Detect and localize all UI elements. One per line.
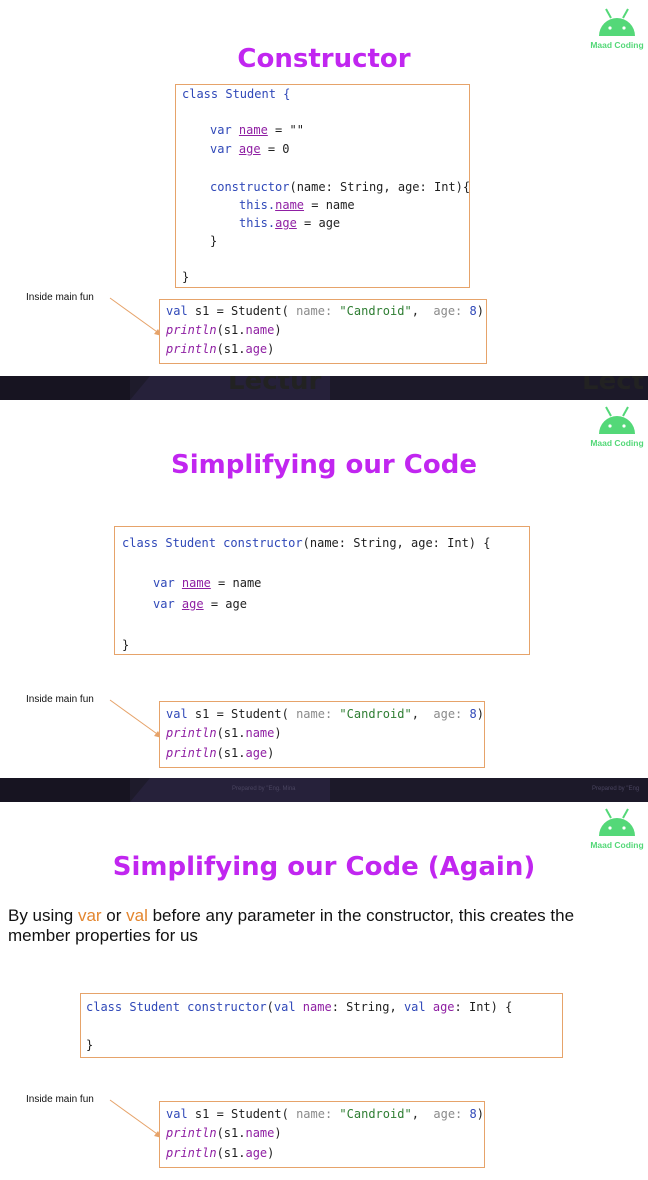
- code-line: println(s1.name): [166, 726, 282, 740]
- code-line: println(s1.age): [166, 746, 275, 760]
- code-line: println(s1.name): [166, 1126, 282, 1140]
- code-line: this.name = name: [239, 198, 355, 212]
- lecture-heading-fragment: Lect: [582, 376, 645, 396]
- credit-text: Prepared by "Eng. Mina: [232, 786, 296, 792]
- android-icon: Maad Coding: [590, 808, 644, 850]
- pointer-arrow-icon: [109, 699, 162, 738]
- credit-text: Prepared by "Eng: [592, 786, 640, 792]
- android-logo: Maad Coding: [586, 404, 648, 454]
- code-line: println(s1.name): [166, 323, 282, 337]
- code-line: }: [182, 270, 190, 284]
- logo-text: Maad Coding: [590, 840, 643, 850]
- lecture-heading-fragment: Lectur: [228, 376, 322, 396]
- slide-constructor: Maad Coding Constructor class Student { …: [0, 0, 648, 376]
- code-line: println(s1.age): [166, 342, 275, 356]
- code-line: println(s1.age): [166, 1146, 275, 1160]
- code-line: var name = name: [153, 576, 262, 590]
- code-block-class: class Student constructor(name: String, …: [114, 526, 530, 655]
- code-block-class: class Student { var name = "" var age = …: [175, 84, 470, 288]
- code-line: class Student {: [182, 87, 291, 101]
- code-block-class: class Student constructor(val name: Stri…: [80, 993, 563, 1058]
- logo-text: Maad Coding: [590, 438, 643, 448]
- code-line: constructor(name: String, age: Int){: [210, 180, 471, 194]
- slide-title: Constructor: [237, 44, 411, 74]
- slide-title: Simplifying our Code: [171, 450, 477, 480]
- code-block-main: val s1 = Student( name: "Candroid", age:…: [159, 701, 485, 768]
- code-block-main: val s1 = Student( name: "Candroid", age:…: [159, 1101, 485, 1168]
- code-line: }: [122, 638, 130, 652]
- slide-divider-band: Prepared by "Eng. Mina Prepared by "Eng: [0, 778, 648, 802]
- code-line: class Student constructor(val name: Stri…: [86, 1000, 513, 1014]
- main-fun-label: Inside main fun: [26, 292, 94, 303]
- main-fun-label: Inside main fun: [26, 694, 94, 705]
- code-line: this.age = age: [239, 216, 341, 230]
- code-block-main: val s1 = Student( name: "Candroid", age:…: [159, 299, 487, 364]
- android-logo: Maad Coding: [586, 806, 648, 856]
- code-line: var age = 0: [210, 142, 290, 156]
- code-line: class Student constructor(name: String, …: [122, 536, 491, 550]
- slide-title: Simplifying our Code (Again): [112, 852, 536, 882]
- main-fun-label: Inside main fun: [26, 1094, 94, 1105]
- code-line: val s1 = Student( name: "Candroid", age:…: [166, 304, 484, 318]
- code-line: }: [86, 1038, 94, 1052]
- code-line: var age = age: [153, 597, 247, 611]
- pointer-arrow-icon: [109, 1099, 162, 1138]
- android-icon: Maad Coding: [590, 406, 644, 448]
- code-line: var name = "": [210, 123, 304, 137]
- code-line: }: [210, 234, 218, 248]
- slide-simplifying: Maad Coding Simplifying our Code class S…: [0, 400, 648, 778]
- pointer-arrow-icon: [109, 297, 162, 336]
- slide-description: By using var or val before any parameter…: [8, 906, 575, 945]
- code-line: val s1 = Student( name: "Candroid", age:…: [166, 707, 484, 721]
- slide-divider-band: Lectur Lect: [0, 376, 648, 400]
- code-line: val s1 = Student( name: "Candroid", age:…: [166, 1107, 484, 1121]
